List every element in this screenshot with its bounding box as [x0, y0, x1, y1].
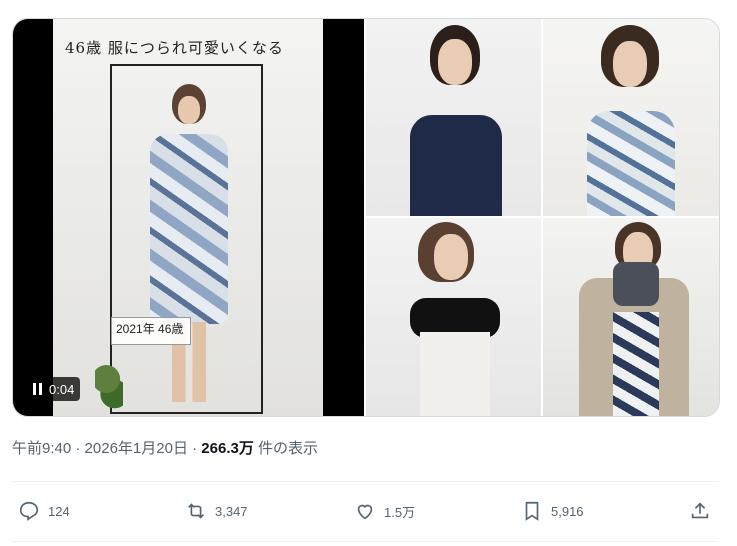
woman-figure — [144, 84, 234, 404]
photo-coat-scarf[interactable] — [543, 218, 719, 416]
person-face — [438, 39, 472, 85]
post-date[interactable]: 2026年1月20日 — [85, 440, 188, 457]
repost-count: 3,347 — [215, 503, 248, 519]
bookmark-button[interactable]: 5,916 — [521, 500, 584, 522]
divider-top — [12, 481, 718, 482]
person — [587, 25, 675, 216]
floral-dress — [150, 134, 228, 324]
share-icon — [691, 502, 709, 519]
floral-skirt — [613, 312, 659, 416]
pause-icon[interactable] — [33, 383, 43, 395]
person — [579, 222, 689, 416]
figure-face — [178, 96, 200, 124]
gray-scarf — [613, 262, 659, 306]
photo-before-navy-top[interactable] — [366, 19, 541, 216]
playback-control[interactable]: 0:04 — [27, 377, 81, 401]
plant-decoration — [95, 359, 123, 409]
photo-frame-border — [110, 64, 263, 414]
person — [410, 25, 502, 216]
person-face — [434, 234, 468, 280]
media-grid: 46歳 服につられ可愛いくなる 2021年 46歳 0:04 — [12, 18, 720, 417]
navy-top — [410, 115, 502, 216]
repost-button[interactable]: 3,347 — [185, 500, 248, 522]
person-face — [613, 41, 647, 87]
repost-icon — [188, 503, 204, 519]
video-caption: 46歳 服につられ可愛いくなる — [65, 39, 284, 57]
post-meta: 午前9:40 · 2026年1月20日 · 266.3万 件の表示 — [12, 437, 318, 458]
white-top — [420, 332, 490, 416]
floral-dress — [587, 111, 675, 216]
photo-after-floral-dress[interactable] — [543, 19, 719, 216]
view-count-label: 件の表示 — [253, 440, 319, 457]
meta-separator: · — [71, 440, 85, 457]
person — [410, 222, 500, 416]
bookmark-count: 5,916 — [551, 503, 584, 519]
reply-count: 124 — [48, 503, 70, 519]
view-count: 266.3万 — [201, 440, 254, 457]
meta-separator: · — [187, 440, 202, 457]
like-button[interactable]: 1.5万 — [354, 500, 415, 522]
reply-icon — [19, 501, 39, 521]
photo-black-knit-shoulders[interactable] — [366, 218, 541, 416]
heart-icon — [357, 504, 373, 520]
action-bar: 124 3,347 1.5万 5,916 — [0, 500, 737, 530]
video-player[interactable]: 46歳 服につられ可愛いくなる 2021年 46歳 0:04 — [13, 19, 364, 416]
bookmark-icon — [525, 501, 539, 521]
video-timestamp: 0:04 — [49, 381, 75, 397]
year-age-badge: 2021年 46歳 — [111, 317, 191, 345]
post-time[interactable]: 午前9:40 — [12, 440, 71, 457]
like-count: 1.5万 — [384, 504, 416, 520]
reply-button[interactable]: 124 — [18, 500, 70, 522]
divider-bottom — [12, 541, 718, 542]
share-button[interactable] — [689, 500, 711, 522]
video-frame: 46歳 服につられ可愛いくなる 2021年 46歳 — [53, 19, 323, 416]
